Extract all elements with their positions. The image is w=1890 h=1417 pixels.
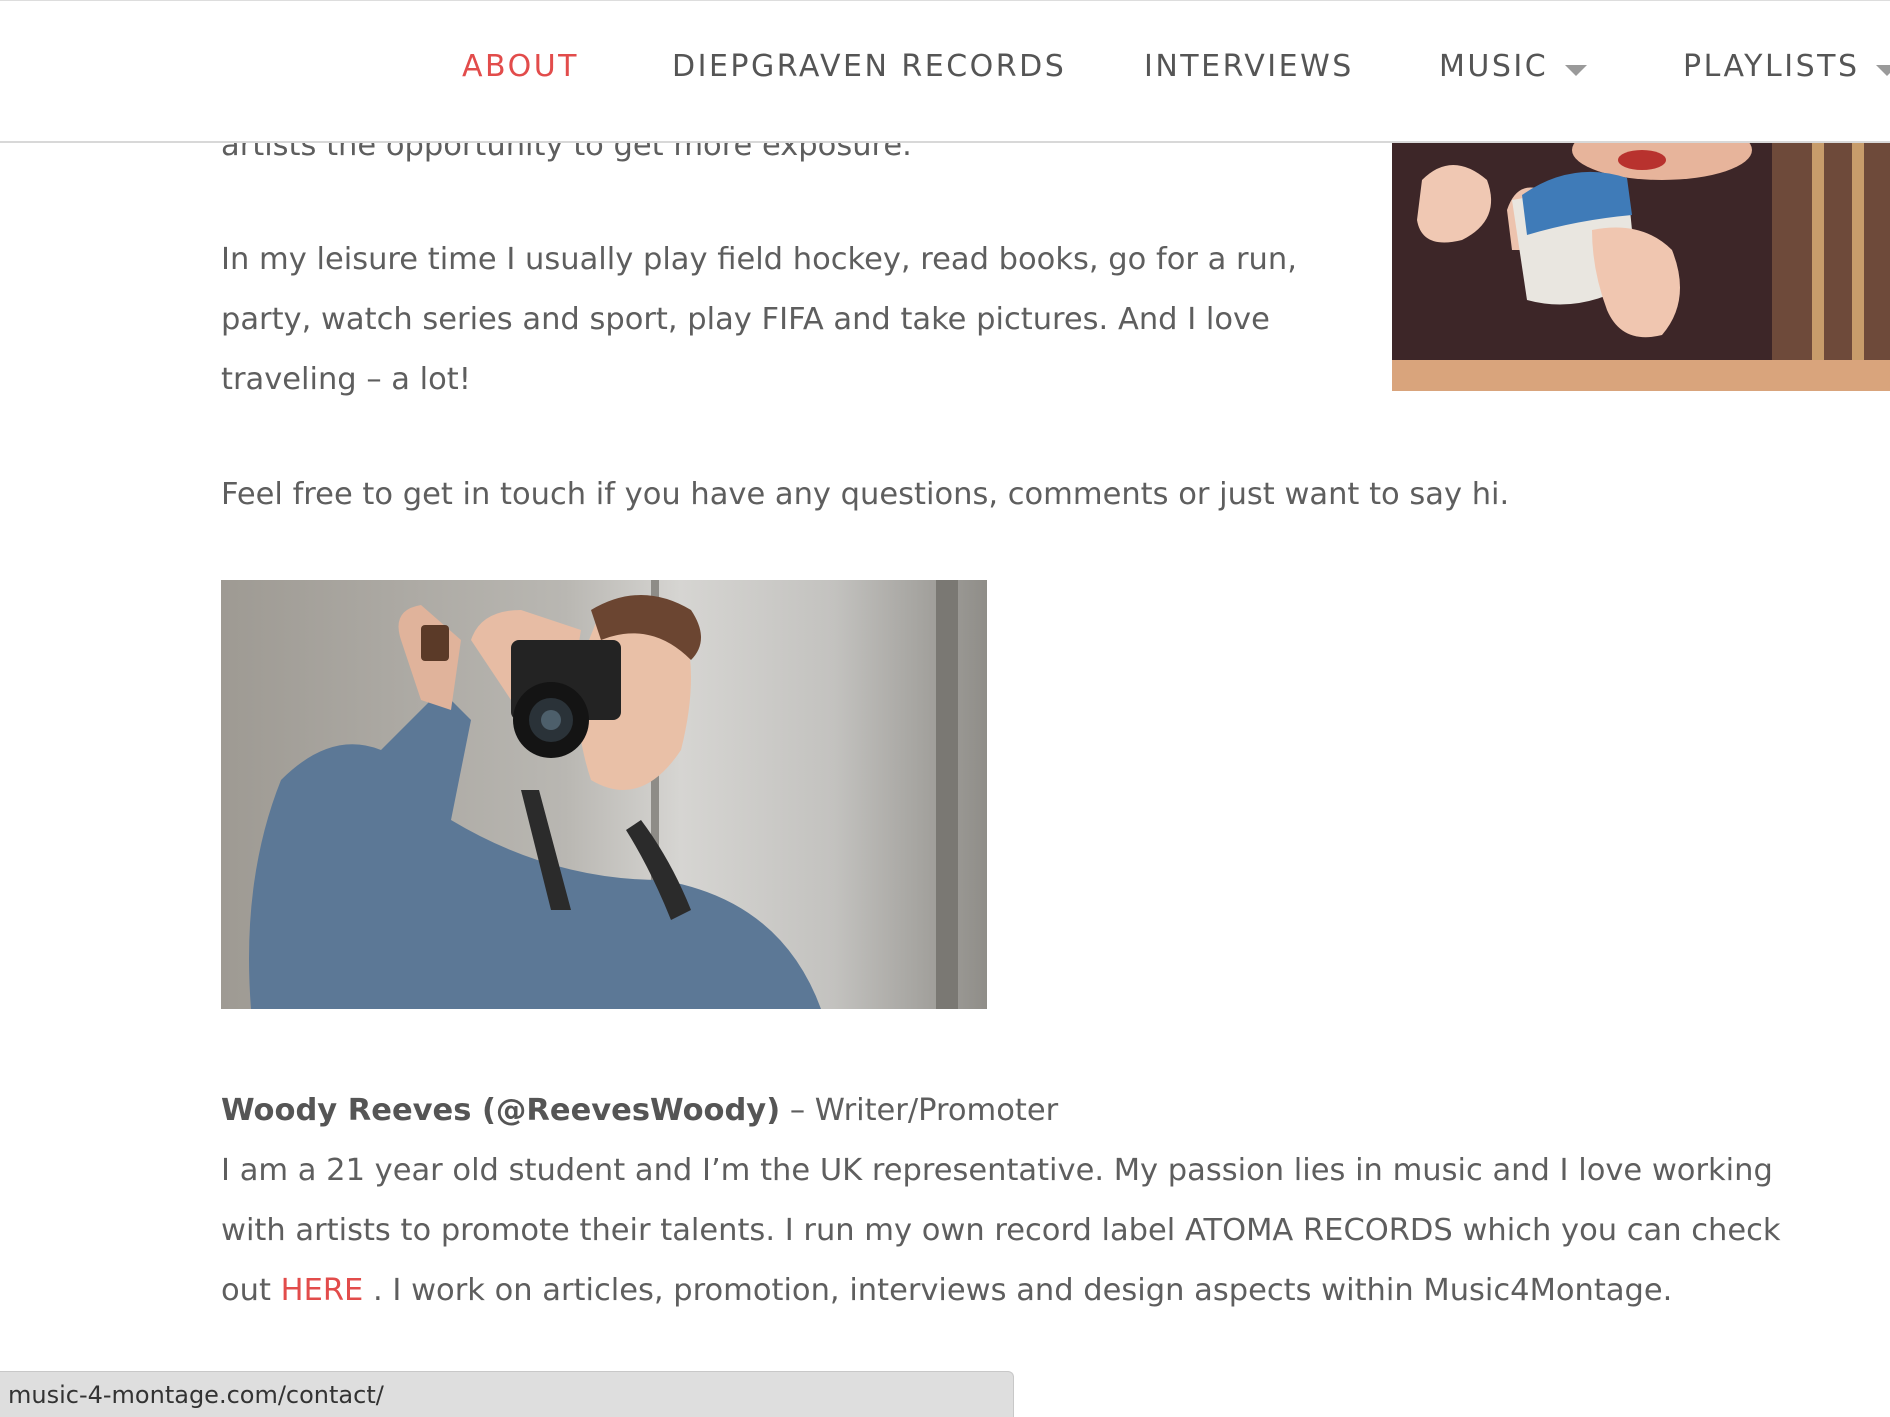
leisure-line-1: In my leisure time I usually play field …	[221, 242, 1297, 277]
nav-item-playlists[interactable]: PLAYLISTS	[1683, 49, 1859, 84]
photographer-image	[221, 580, 987, 1009]
photographer-photo	[221, 580, 987, 1009]
contact-note-paragraph: Feel free to get in touch if you have an…	[221, 465, 1509, 525]
nav-item-diepgraven-records[interactable]: DIEPGRAVEN RECORDS	[672, 49, 1066, 84]
status-bar-url: music-4-montage.com/contact/	[8, 1381, 384, 1409]
main-navigation: ABOUT DIEPGRAVEN RECORDS INTERVIEWS MUSI…	[0, 0, 1890, 143]
child-drinking-photo	[1392, 140, 1890, 391]
contact-note-text: Feel free to get in touch if you have an…	[221, 477, 1510, 512]
nav-item-interviews[interactable]: INTERVIEWS	[1144, 49, 1354, 84]
profile-bio-line-2: with artists to promote their talents. I…	[221, 1213, 1781, 1248]
profile-bio-line-3: out HERE . I work on articles, promotion…	[221, 1261, 1781, 1321]
profile-role: – Writer/Promoter	[780, 1093, 1059, 1128]
bio-line-3-prefix: out	[221, 1273, 281, 1308]
leisure-line-2: party, watch series and sport, play FIFA…	[221, 302, 1270, 337]
profile-bio-line-1: I am a 21 year old student and I’m the U…	[221, 1153, 1773, 1188]
nav-item-about[interactable]: ABOUT	[462, 49, 579, 84]
nav-item-music[interactable]: MUSIC	[1439, 49, 1548, 84]
leisure-paragraph: In my leisure time I usually play field …	[221, 230, 1297, 410]
profile-heading: Woody Reeves (@ReevesWoody) – Writer/Pro…	[221, 1081, 1781, 1141]
child-drinking-image	[1392, 140, 1890, 391]
atoma-records-link[interactable]: HERE	[281, 1273, 364, 1308]
playlists-caret-down-icon[interactable]	[1876, 65, 1890, 76]
page: ABOUT DIEPGRAVEN RECORDS INTERVIEWS MUSI…	[0, 0, 1890, 1417]
profile-name: Woody Reeves (@ReevesWoody)	[221, 1093, 781, 1128]
music-caret-down-icon[interactable]	[1565, 65, 1587, 76]
leisure-line-3: traveling – a lot!	[221, 362, 471, 397]
bio-line-3-suffix: . I work on articles, promotion, intervi…	[363, 1273, 1673, 1308]
profile-paragraph: Woody Reeves (@ReevesWoody) – Writer/Pro…	[221, 1081, 1781, 1321]
browser-status-bar: music-4-montage.com/contact/	[0, 1371, 1014, 1417]
